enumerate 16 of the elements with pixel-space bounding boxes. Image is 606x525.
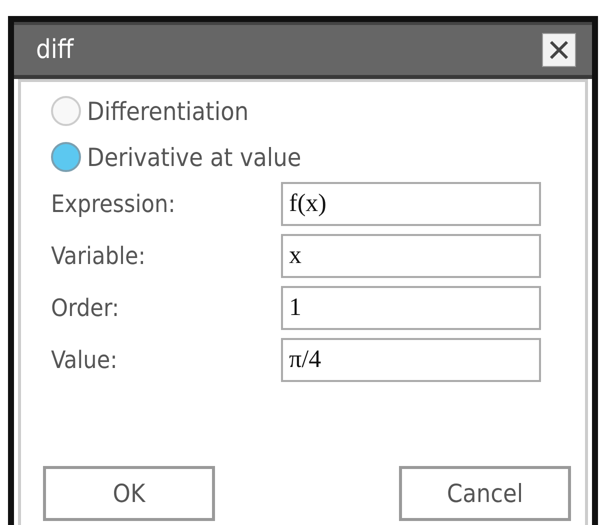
field-label: Order:	[51, 294, 120, 322]
radio-label[interactable]: Differentiation	[87, 96, 249, 126]
field-label: Value:	[51, 346, 118, 374]
ok-button[interactable]: OK	[43, 466, 215, 521]
input-field[interactable]: f(x)	[281, 182, 541, 226]
cancel-button[interactable]: Cancel	[399, 466, 571, 521]
input-field[interactable]: x	[281, 234, 541, 278]
field-label: Variable:	[51, 242, 147, 270]
close-button[interactable]	[542, 33, 576, 67]
input-field[interactable]: 1	[281, 286, 541, 330]
radio-button[interactable]	[51, 96, 81, 126]
field-label: Expression:	[51, 190, 176, 218]
window-title: diff	[36, 35, 74, 65]
radio-label[interactable]: Derivative at value	[87, 142, 302, 172]
input-field[interactable]: π/4	[281, 338, 541, 382]
radio-button[interactable]	[51, 142, 81, 172]
